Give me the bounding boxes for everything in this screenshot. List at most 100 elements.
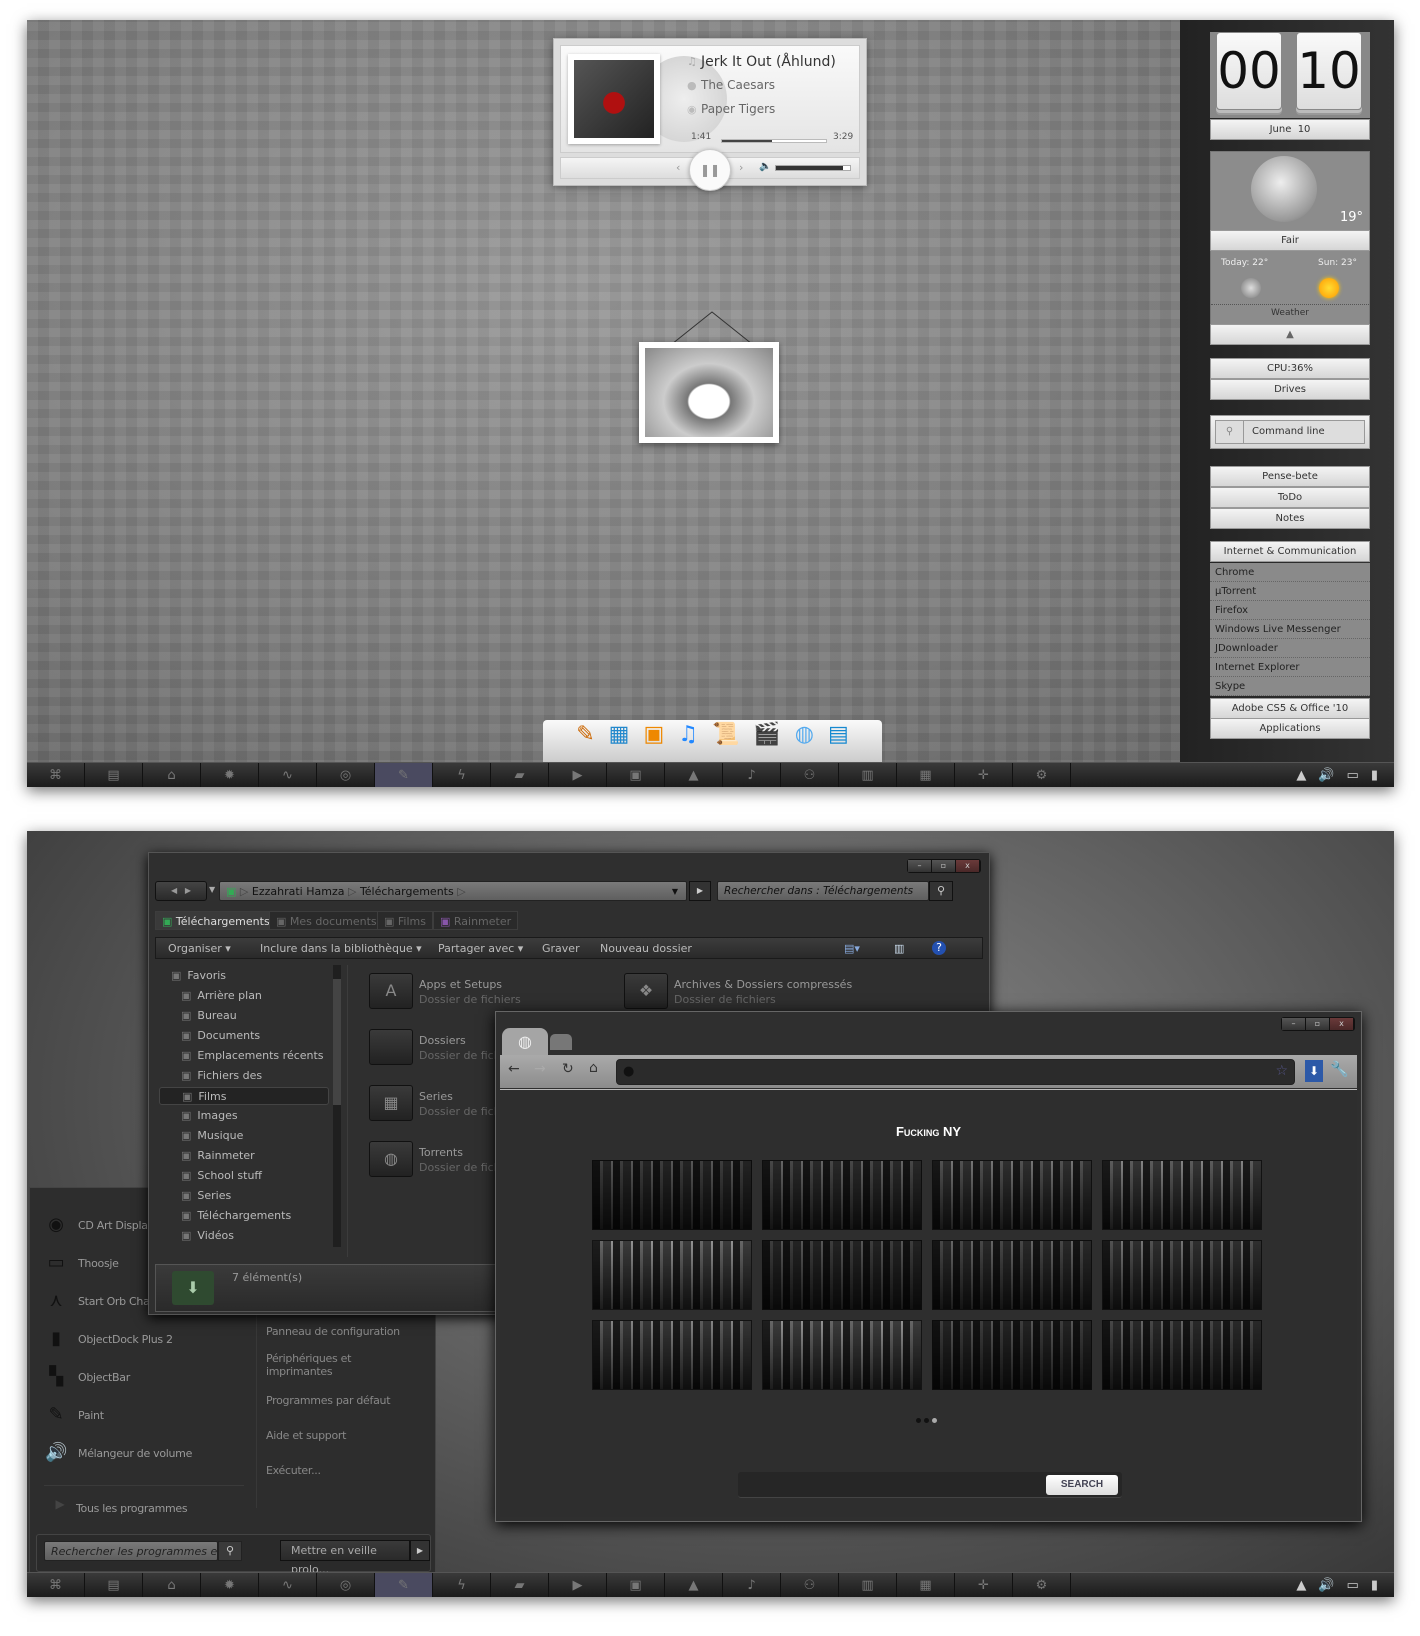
volume-icon[interactable]: 🔊: [1318, 768, 1334, 783]
reload-icon[interactable]: ↻: [562, 1061, 574, 1077]
nav-scrollbar[interactable]: [333, 965, 341, 1247]
explorer-icon[interactable]: ▤: [85, 763, 143, 787]
maximize-button[interactable]: ▫: [932, 860, 956, 872]
address-bar[interactable]: ▣ ▷ Ezzahrati Hamza ▷ Téléchargements ▷ …: [219, 881, 687, 901]
recent-dropdown[interactable]: ▼: [209, 885, 215, 894]
explorer-icon[interactable]: ▤: [85, 1573, 143, 1597]
gallery-photo[interactable]: [592, 1160, 752, 1230]
app-store-icon[interactable]: ✎: [576, 722, 594, 762]
power-icon[interactable]: ▮: [1371, 1578, 1378, 1593]
chrome-icon[interactable]: ◎: [317, 1573, 375, 1597]
drive-icon[interactable]: ▣: [607, 763, 665, 787]
gallery-photo[interactable]: [592, 1320, 752, 1390]
program-start-orb-changer[interactable]: ⋏ Start Orb Cha: [50, 1290, 150, 1311]
flask-icon[interactable]: ▲: [665, 763, 723, 787]
forward-icon[interactable]: →: [534, 1061, 546, 1077]
gallery-photo[interactable]: [932, 1240, 1092, 1310]
view-options-icon[interactable]: ▤▾: [844, 942, 860, 955]
download-extension-icon[interactable]: ⬇: [1305, 1060, 1323, 1082]
pense-bete-button[interactable]: Pense-bete: [1210, 466, 1370, 487]
gallery-photo[interactable]: [762, 1240, 922, 1310]
breadcrumb-downloads[interactable]: Téléchargements: [360, 885, 454, 898]
cpu-meter[interactable]: CPU:36%: [1210, 358, 1370, 379]
launcher-chrome[interactable]: Chrome: [1210, 563, 1370, 582]
lighthouse-icon[interactable]: ⌂: [143, 1573, 201, 1597]
search-button[interactable]: SEARCH: [1046, 1475, 1118, 1495]
start-orb-icon[interactable]: ⌘: [27, 1573, 85, 1597]
docs-icon[interactable]: ▥: [839, 1573, 897, 1597]
folder-apps-setups[interactable]: A Apps et Setups Dossier de fichiers: [369, 973, 521, 1009]
tab-mes-documents[interactable]: ▣ Mes documents: [269, 911, 384, 930]
control-panel[interactable]: Panneau de configuration: [266, 1325, 400, 1338]
nav-item[interactable]: Musique: [181, 1127, 243, 1145]
system-monitor-icon[interactable]: ▤: [828, 722, 849, 762]
program-thoosje[interactable]: ▭ Thoosje: [48, 1252, 119, 1273]
nav-item[interactable]: Rainmeter: [181, 1147, 254, 1165]
launcher-utorrent[interactable]: µTorrent: [1210, 582, 1370, 601]
plus-icon[interactable]: ✛: [955, 1573, 1013, 1597]
pulse-icon[interactable]: ∿: [259, 1573, 317, 1597]
nav-item[interactable]: Arrière plan: [181, 987, 262, 1005]
volume-slider[interactable]: [775, 165, 851, 171]
folder-series[interactable]: ▦ Series Dossier de fich: [369, 1085, 501, 1121]
clapper-icon[interactable]: ▰: [491, 1573, 549, 1597]
drives-button[interactable]: Drives: [1210, 379, 1370, 400]
devices-printers[interactable]: Périphériques et imprimantes: [266, 1352, 356, 1378]
tab-rainmeter[interactable]: ▣ Rainmeter: [433, 911, 519, 930]
docs-icon[interactable]: ▥: [839, 763, 897, 787]
collapse-button[interactable]: ▲: [1210, 324, 1370, 345]
pause-button[interactable]: ❚❚: [689, 149, 731, 191]
script-icon[interactable]: 📜: [712, 722, 739, 762]
all-programs[interactable]: ▶ Tous les programmes: [56, 1497, 188, 1515]
photo-icon[interactable]: ▣: [643, 722, 664, 762]
program-volume-mixer[interactable]: 🔊 Mélangeur de volume: [45, 1442, 192, 1463]
gallery-photo[interactable]: [592, 1240, 752, 1310]
folder-archives[interactable]: ❖ Archives & Dossiers compressés Dossier d…: [624, 973, 852, 1009]
search-icon[interactable]: ⚲: [929, 881, 953, 901]
movie-icon[interactable]: ▦: [609, 722, 630, 762]
nav-item[interactable]: Fichiers des Programmes: [181, 1067, 333, 1100]
nav-item[interactable]: Vidéos: [181, 1227, 234, 1245]
chrome-icon[interactable]: ◎: [317, 763, 375, 787]
nav-item[interactable]: Series: [181, 1187, 231, 1205]
breadcrumb-user[interactable]: Ezzahrati Hamza: [252, 885, 345, 898]
folder-dossiers[interactable]: Dossiers Dossier de fich: [369, 1029, 501, 1065]
gallery-photo[interactable]: [762, 1160, 922, 1230]
sleep-button[interactable]: Mettre en veille prolo...: [280, 1540, 410, 1576]
nav-item[interactable]: Images: [181, 1107, 237, 1125]
start-orb-icon[interactable]: ⌘: [27, 763, 85, 787]
gallery-photo[interactable]: [932, 1320, 1092, 1390]
gallery-photo[interactable]: [762, 1320, 922, 1390]
terminal-icon[interactable]: ▦: [897, 763, 955, 787]
nav-item[interactable]: Emplacements récents: [181, 1047, 323, 1065]
feather-icon[interactable]: ✎: [375, 763, 433, 787]
help-icon[interactable]: ?: [932, 941, 946, 955]
power-options-arrow[interactable]: ▶: [410, 1540, 430, 1561]
back-icon[interactable]: ←: [508, 1061, 520, 1077]
help-support[interactable]: Aide et support: [266, 1429, 346, 1442]
gear-icon[interactable]: ✹: [201, 763, 259, 787]
music-icon[interactable]: ♪: [723, 763, 781, 787]
gallery-photo[interactable]: [1102, 1320, 1262, 1390]
people-icon[interactable]: ⚇: [781, 1573, 839, 1597]
terminal-icon[interactable]: ▦: [897, 1573, 955, 1597]
clapper-icon[interactable]: ▰: [491, 763, 549, 787]
program-cd-art-display[interactable]: ◉ CD Art Display: [48, 1214, 154, 1235]
program-paint[interactable]: ✎ Paint: [49, 1404, 104, 1425]
tray-expand-icon[interactable]: ▲: [1296, 768, 1306, 783]
plus-icon[interactable]: ✛: [955, 763, 1013, 787]
nav-favoris[interactable]: Favoris: [171, 967, 226, 985]
launcher-messenger[interactable]: Windows Live Messenger: [1210, 620, 1370, 639]
preview-pane-icon[interactable]: ▥: [894, 942, 904, 955]
adobe-office-group[interactable]: Adobe CS5 & Office '10: [1210, 698, 1370, 719]
share-menu[interactable]: Partager avec ▾: [438, 942, 523, 955]
start-search-input[interactable]: Rechercher les programmes et fi...: [44, 1541, 218, 1561]
lighthouse-icon[interactable]: ⌂: [143, 763, 201, 787]
gallery-photo[interactable]: [1102, 1160, 1262, 1230]
nav-item[interactable]: Films: [159, 1087, 329, 1105]
new-folder-button[interactable]: Nouveau dossier: [600, 942, 692, 955]
pagination-dot[interactable]: [916, 1418, 921, 1423]
minimize-button[interactable]: –: [908, 860, 932, 872]
next-icon[interactable]: ›: [739, 161, 743, 174]
bolt-icon[interactable]: ϟ: [433, 763, 491, 787]
